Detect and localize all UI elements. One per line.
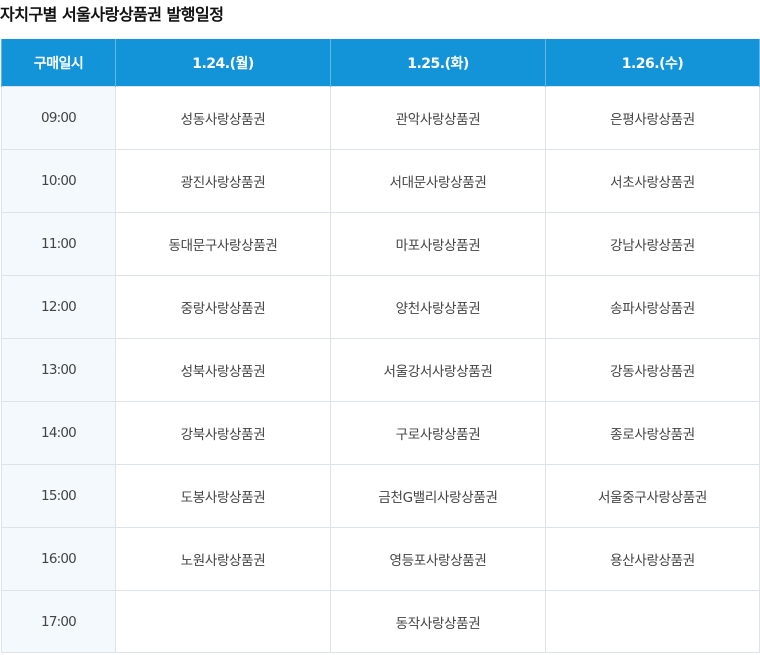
time-cell: 11:00 bbox=[1, 212, 116, 276]
table-row: 10:00 광진사랑상품권 서대문사랑상품권 서초사랑상품권 bbox=[1, 149, 760, 213]
time-cell: 13:00 bbox=[1, 338, 116, 402]
table-row: 11:00 동대문구사랑상품권 마포사랑상품권 강남사랑상품권 bbox=[1, 212, 760, 276]
voucher-cell: 종로사랑상품권 bbox=[545, 401, 760, 465]
voucher-cell: 강북사랑상품권 bbox=[115, 401, 331, 465]
voucher-cell: 서울강서사랑상품권 bbox=[330, 338, 546, 402]
voucher-cell: 동작사랑상품권 bbox=[330, 590, 546, 653]
time-cell: 09:00 bbox=[1, 86, 116, 150]
voucher-cell: 성북사랑상품권 bbox=[115, 338, 331, 402]
table-row: 14:00 강북사랑상품권 구로사랑상품권 종로사랑상품권 bbox=[1, 401, 760, 465]
table-row: 09:00 성동사랑상품권 관악사랑상품권 은평사랑상품권 bbox=[1, 86, 760, 150]
time-cell: 12:00 bbox=[1, 275, 116, 339]
table-header-row: 구매일시 1.24.(월) 1.25.(화) 1.26.(수) bbox=[1, 39, 760, 87]
time-cell: 14:00 bbox=[1, 401, 116, 465]
voucher-cell: 은평사랑상품권 bbox=[545, 86, 760, 150]
table-row: 17:00 동작사랑상품권 bbox=[1, 590, 760, 653]
voucher-cell: 동대문구사랑상품권 bbox=[115, 212, 331, 276]
time-cell: 16:00 bbox=[1, 527, 116, 591]
voucher-cell: 용산사랑상품권 bbox=[545, 527, 760, 591]
header-purchase-time: 구매일시 bbox=[1, 39, 116, 87]
voucher-cell: 구로사랑상품권 bbox=[330, 401, 546, 465]
voucher-cell: 관악사랑상품권 bbox=[330, 86, 546, 150]
issuance-schedule-table: 구매일시 1.24.(월) 1.25.(화) 1.26.(수) 09:00 성동… bbox=[1, 39, 760, 653]
table-row: 16:00 노원사랑상품권 영등포사랑상품권 용산사랑상품권 bbox=[1, 527, 760, 591]
voucher-cell: 강남사랑상품권 bbox=[545, 212, 760, 276]
voucher-cell bbox=[115, 590, 331, 653]
voucher-cell: 광진사랑상품권 bbox=[115, 149, 331, 213]
time-cell: 17:00 bbox=[1, 590, 116, 653]
voucher-cell: 금천G밸리사랑상품권 bbox=[330, 464, 546, 528]
voucher-cell: 송파사랑상품권 bbox=[545, 275, 760, 339]
header-date-1: 1.24.(월) bbox=[115, 39, 331, 87]
time-cell: 10:00 bbox=[1, 149, 116, 213]
voucher-cell: 양천사랑상품권 bbox=[330, 275, 546, 339]
voucher-cell: 중랑사랑상품권 bbox=[115, 275, 331, 339]
header-date-3: 1.26.(수) bbox=[545, 39, 760, 87]
voucher-cell: 마포사랑상품권 bbox=[330, 212, 546, 276]
table-row: 15:00 도봉사랑상품권 금천G밸리사랑상품권 서울중구사랑상품권 bbox=[1, 464, 760, 528]
voucher-cell: 서울중구사랑상품권 bbox=[545, 464, 760, 528]
voucher-cell: 서초사랑상품권 bbox=[545, 149, 760, 213]
voucher-cell bbox=[545, 590, 760, 653]
page-title: 자치구별 서울사랑상품권 발행일정 bbox=[0, 5, 224, 24]
time-cell: 15:00 bbox=[1, 464, 116, 528]
voucher-cell: 서대문사랑상품권 bbox=[330, 149, 546, 213]
table-row: 12:00 중랑사랑상품권 양천사랑상품권 송파사랑상품권 bbox=[1, 275, 760, 339]
voucher-cell: 영등포사랑상품권 bbox=[330, 527, 546, 591]
header-date-2: 1.25.(화) bbox=[330, 39, 546, 87]
voucher-cell: 도봉사랑상품권 bbox=[115, 464, 331, 528]
voucher-cell: 성동사랑상품권 bbox=[115, 86, 331, 150]
voucher-cell: 강동사랑상품권 bbox=[545, 338, 760, 402]
voucher-cell: 노원사랑상품권 bbox=[115, 527, 331, 591]
table-row: 13:00 성북사랑상품권 서울강서사랑상품권 강동사랑상품권 bbox=[1, 338, 760, 402]
